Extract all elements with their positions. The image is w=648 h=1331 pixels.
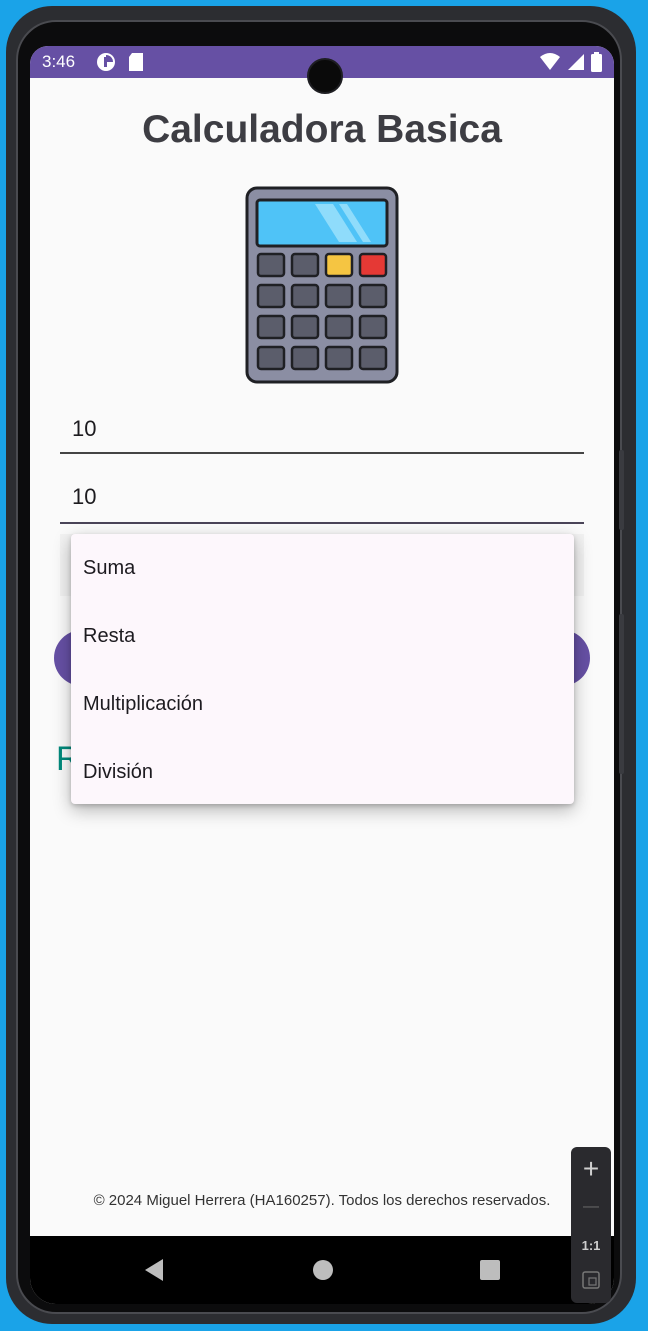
calculator-icon bbox=[245, 186, 399, 384]
front-camera bbox=[307, 58, 343, 94]
device-frame: 3:46 Calculadora Basica 10 10 R Suma Res… bbox=[6, 6, 636, 1324]
zoom-out-button[interactable]: — bbox=[571, 1193, 611, 1221]
operation-dropdown-menu: Suma Resta Multiplicación División bbox=[71, 534, 574, 804]
zoom-in-button[interactable]: + bbox=[571, 1155, 611, 1183]
volume-button[interactable] bbox=[619, 450, 624, 530]
sd-card-icon bbox=[129, 53, 143, 71]
navigation-bar bbox=[30, 1236, 614, 1304]
signal-icon bbox=[568, 54, 584, 70]
number1-input[interactable]: 10 bbox=[60, 416, 584, 454]
wifi-icon bbox=[540, 53, 560, 70]
dropdown-item-suma[interactable]: Suma bbox=[71, 534, 574, 602]
dropdown-item-resta[interactable]: Resta bbox=[71, 602, 574, 670]
device-screen: 3:46 Calculadora Basica 10 10 R Suma Res… bbox=[30, 46, 614, 1304]
dropdown-item-multiplicacion[interactable]: Multiplicación bbox=[71, 670, 574, 738]
power-button[interactable] bbox=[619, 614, 624, 774]
back-icon[interactable] bbox=[143, 1258, 165, 1282]
sync-icon bbox=[97, 53, 115, 71]
fit-screen-icon[interactable] bbox=[582, 1271, 600, 1289]
home-icon[interactable] bbox=[313, 1260, 333, 1280]
emulator-zoom-panel: + — 1:1 bbox=[571, 1147, 611, 1303]
actual-size-button[interactable]: 1:1 bbox=[571, 1232, 611, 1260]
footer-copyright: © 2024 Miguel Herrera (HA160257). Todos … bbox=[93, 1192, 551, 1209]
recents-icon[interactable] bbox=[480, 1260, 500, 1280]
page-title: Calculadora Basica bbox=[142, 108, 502, 151]
status-time: 3:46 bbox=[42, 52, 76, 71]
dropdown-item-division[interactable]: División bbox=[71, 738, 574, 806]
number2-input[interactable]: 10 bbox=[60, 484, 584, 524]
battery-icon bbox=[591, 52, 602, 72]
